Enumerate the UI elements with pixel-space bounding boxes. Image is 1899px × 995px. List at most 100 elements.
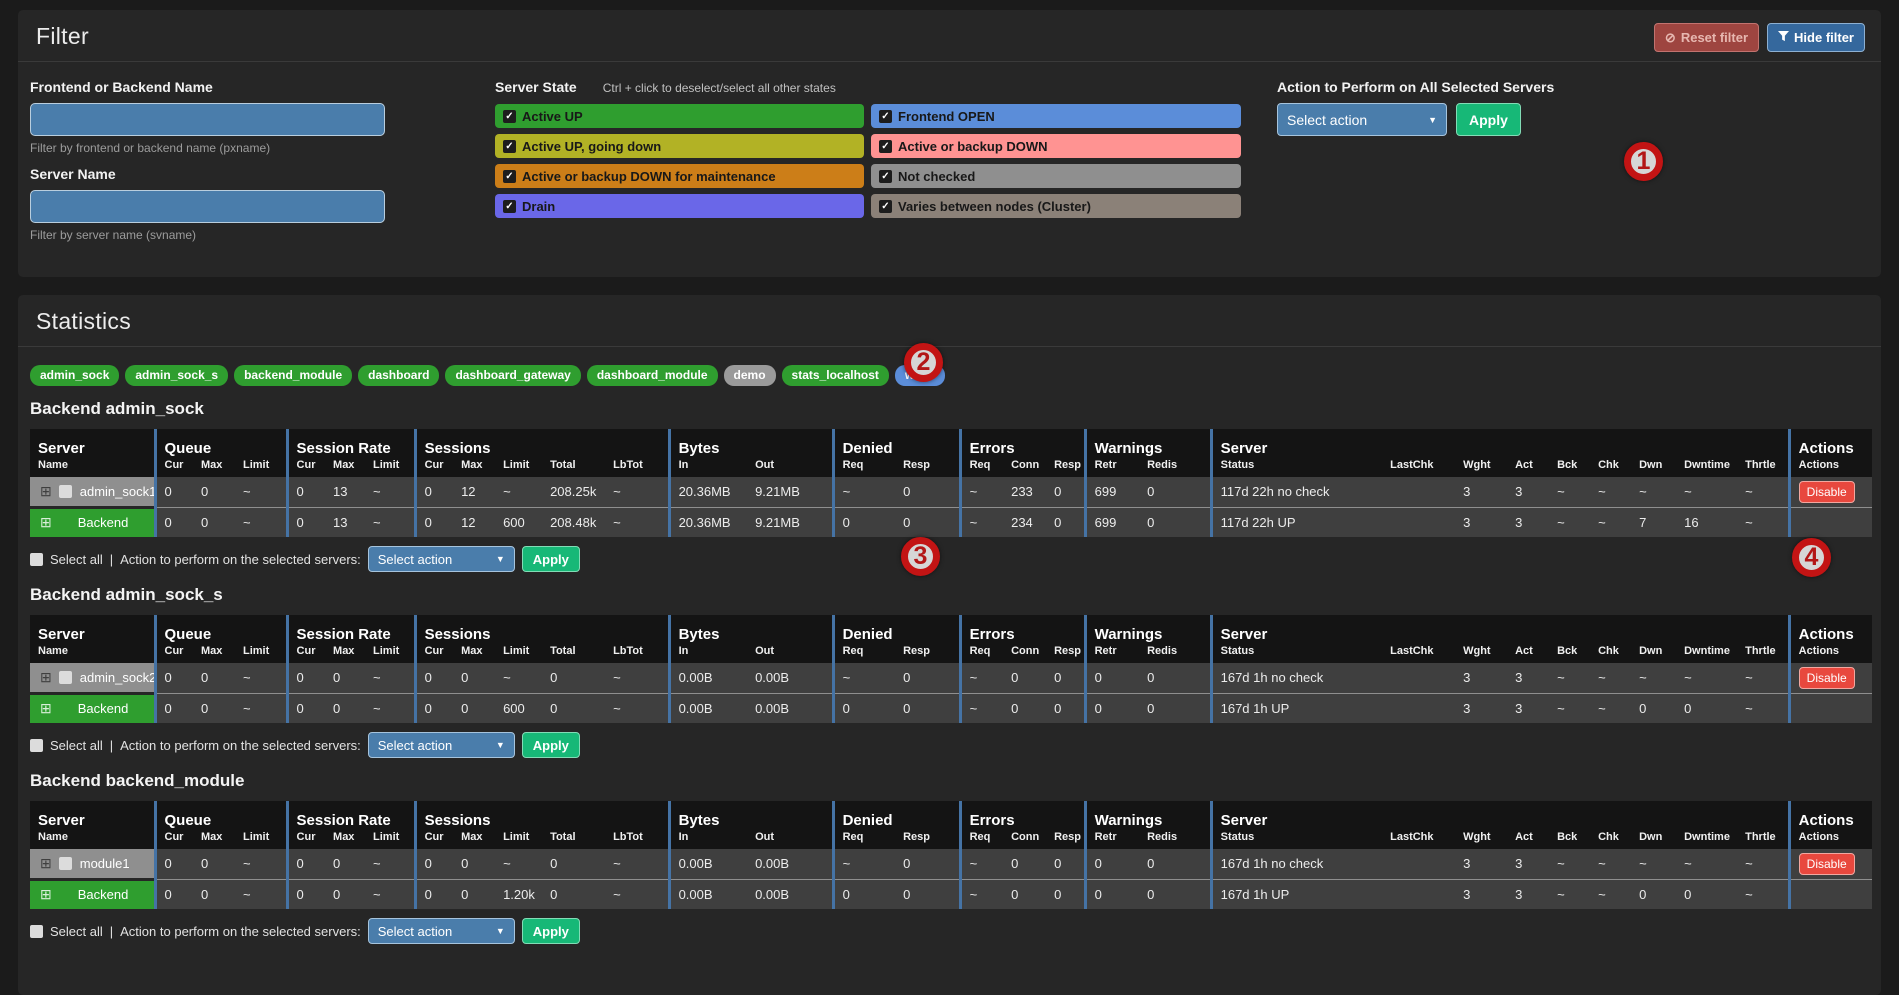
cell-server-thrtle: ~ — [1737, 507, 1789, 537]
column-header-actions: Actions — [1789, 458, 1872, 477]
proxy-badge-dashboard[interactable]: dashboard — [358, 365, 439, 386]
cell-denied-req: 0 — [833, 879, 895, 909]
server-state-toggle-active-up-going-down[interactable]: ✓Active UP, going down — [495, 134, 864, 158]
column-header-status: Status — [1211, 458, 1382, 477]
expand-icon[interactable]: ⊞ — [40, 669, 52, 685]
cell-queue-limit: ~ — [235, 663, 287, 693]
cell-server-thrtle: ~ — [1737, 849, 1789, 879]
column-header-wght: Wght — [1455, 644, 1507, 663]
column-header-max: Max — [325, 458, 365, 477]
column-group-session-rate-2: Session Rate — [287, 429, 415, 458]
select-all-checkbox[interactable] — [30, 553, 43, 566]
pxname-input[interactable] — [30, 103, 385, 136]
server-name-cell: ⊞admin_sock2 — [30, 663, 155, 693]
table-action-select[interactable]: Select action▼ — [368, 546, 515, 572]
cell-server-status: 167d 1h no check — [1211, 849, 1382, 879]
cell-server-lastchk — [1382, 879, 1455, 909]
cell-server-wght: 3 — [1455, 663, 1507, 693]
table-action-select[interactable]: Select action▼ — [368, 918, 515, 944]
global-action-select-value: Select action — [1287, 112, 1367, 128]
cell-errors-conn: 0 — [1003, 663, 1046, 693]
checkbox-checked-icon: ✓ — [503, 170, 516, 183]
column-header-cur: Cur — [415, 458, 453, 477]
cell-bytes-in: 20.36MB — [669, 507, 747, 537]
proxy-badge-backend-module[interactable]: backend_module — [234, 365, 352, 386]
checkbox-checked-icon: ✓ — [503, 110, 516, 123]
reset-filter-button[interactable]: ⊘ Reset filter — [1654, 23, 1759, 52]
cell-warnings-redis: 0 — [1139, 693, 1211, 723]
checkbox-checked-icon: ✓ — [503, 140, 516, 153]
proxy-badge-dashboard-module[interactable]: dashboard_module — [587, 365, 718, 386]
cell-server-wght: 3 — [1455, 507, 1507, 537]
cell-session-rate-cur: 0 — [287, 507, 325, 537]
column-header-resp: Resp — [1046, 644, 1085, 663]
server-state-toggle-frontend-open[interactable]: ✓Frontend OPEN — [871, 104, 1241, 128]
proxy-badge-stats-localhost[interactable]: stats_localhost — [782, 365, 889, 386]
column-header-limit: Limit — [235, 644, 287, 663]
cell-errors-conn: 233 — [1003, 477, 1046, 507]
column-header-actions: Actions — [1789, 644, 1872, 663]
cell-server-chk: ~ — [1590, 507, 1631, 537]
row-checkbox[interactable] — [59, 857, 72, 870]
global-apply-button[interactable]: Apply — [1456, 103, 1521, 136]
global-action-label: Action to Perform on All Selected Server… — [1277, 79, 1554, 95]
column-group-queue-1: Queue — [155, 801, 287, 830]
disable-server-button[interactable]: Disable — [1799, 667, 1855, 689]
table-apply-button[interactable]: Apply — [522, 732, 580, 758]
column-header-conn: Conn — [1003, 830, 1046, 849]
cell-errors-req: ~ — [960, 477, 1003, 507]
disable-server-button[interactable]: Disable — [1799, 481, 1855, 503]
row-checkbox[interactable] — [59, 671, 72, 684]
table-apply-button[interactable]: Apply — [522, 546, 580, 572]
server-state-toggle-label: Not checked — [898, 169, 975, 184]
column-header-limit: Limit — [235, 830, 287, 849]
proxy-badge-admin-sock-s[interactable]: admin_sock_s — [125, 365, 228, 386]
proxy-badge-demo[interactable]: demo — [724, 365, 776, 386]
expand-icon[interactable]: ⊞ — [40, 700, 52, 716]
cell-server-wght: 3 — [1455, 879, 1507, 909]
cell-queue-cur: 0 — [155, 477, 193, 507]
cell-server-act: 3 — [1507, 849, 1549, 879]
expand-icon[interactable]: ⊞ — [40, 483, 52, 499]
cell-session-rate-max: 13 — [325, 507, 365, 537]
global-action-select[interactable]: Select action ▼ — [1277, 103, 1447, 136]
disable-server-button[interactable]: Disable — [1799, 853, 1855, 875]
column-header-bck: Bck — [1549, 458, 1590, 477]
svname-input[interactable] — [30, 190, 385, 223]
cell-server-dwn: 0 — [1631, 879, 1676, 909]
column-header-retr: Retr — [1085, 644, 1139, 663]
server-state-toggle-not-checked[interactable]: ✓Not checked — [871, 164, 1241, 188]
column-header-max: Max — [193, 458, 235, 477]
proxy-badge-admin-sock[interactable]: admin_sock — [30, 365, 119, 386]
cell-server-act: 3 — [1507, 663, 1549, 693]
cell-session-rate-limit: ~ — [365, 879, 415, 909]
backend-tables: Backend admin_sockServerQueueSession Rat… — [30, 399, 1869, 944]
bar-separator: | — [110, 738, 113, 753]
cell-server-chk: ~ — [1590, 693, 1631, 723]
cell-server-lastchk — [1382, 507, 1455, 537]
cell-session-rate-cur: 0 — [287, 693, 325, 723]
server-name-cell: ⊞Backend — [30, 693, 155, 723]
expand-icon[interactable]: ⊞ — [40, 855, 52, 871]
table-apply-button[interactable]: Apply — [522, 918, 580, 944]
name-filters-column: Frontend or Backend Name Filter by front… — [30, 79, 390, 253]
column-header-cur: Cur — [415, 644, 453, 663]
expand-icon[interactable]: ⊞ — [40, 886, 52, 902]
server-state-toggle-varies-between-nodes-cluster[interactable]: ✓Varies between nodes (Cluster) — [871, 194, 1241, 218]
table-row-admin-sock1: ⊞admin_sock100~013~012~208.25k~20.36MB9.… — [30, 477, 1872, 507]
row-checkbox[interactable] — [59, 485, 72, 498]
server-state-toggle-active-up[interactable]: ✓Active UP — [495, 104, 864, 128]
table-action-select[interactable]: Select action▼ — [368, 732, 515, 758]
server-state-toggle-active-or-backup-down[interactable]: ✓Active or backup DOWN — [871, 134, 1241, 158]
expand-icon[interactable]: ⊞ — [40, 514, 52, 530]
server-state-toggle-drain[interactable]: ✓Drain — [495, 194, 864, 218]
column-header-dwntime: Dwntime — [1676, 830, 1737, 849]
cell-errors-conn: 0 — [1003, 849, 1046, 879]
cell-server-act: 3 — [1507, 507, 1549, 537]
select-all-checkbox[interactable] — [30, 739, 43, 752]
server-state-toggle-active-or-backup-down-for-maintenance[interactable]: ✓Active or backup DOWN for maintenance — [495, 164, 864, 188]
hide-filter-button[interactable]: Hide filter — [1767, 23, 1865, 52]
proxy-badge-dashboard-gateway[interactable]: dashboard_gateway — [445, 365, 580, 386]
cell-bytes-out: 0.00B — [747, 849, 833, 879]
select-all-checkbox[interactable] — [30, 925, 43, 938]
